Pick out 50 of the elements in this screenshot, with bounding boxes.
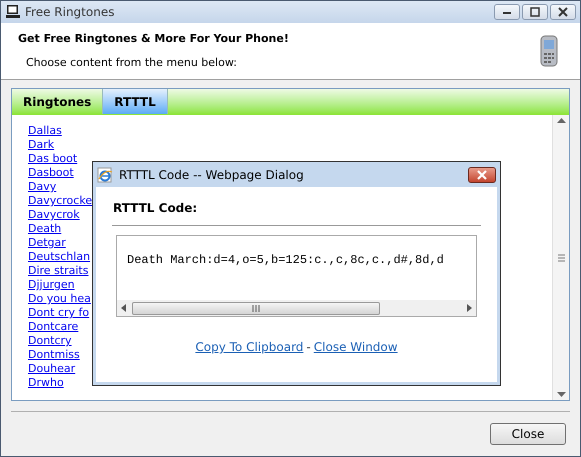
close-icon (558, 7, 568, 17)
close-button[interactable]: Close (490, 423, 566, 445)
ringtone-link[interactable]: Davycrok (28, 208, 80, 222)
mobile-phone-icon (538, 35, 560, 67)
vertical-scrollbar[interactable] (552, 115, 569, 400)
copy-link[interactable]: Copy To Clipboard (195, 338, 304, 356)
ringtone-link[interactable]: Douhear (28, 362, 76, 376)
grip-icon (252, 304, 260, 312)
computer-icon (5, 4, 21, 20)
browser-icon (97, 166, 113, 182)
maximize-icon (530, 7, 540, 17)
scroll-grip-icon[interactable] (556, 254, 566, 262)
ringtone-link[interactable]: Dark (28, 138, 54, 152)
dialog-heading: RTTTL Code: (112, 187, 481, 226)
ringtone-link[interactable]: Davycrocke (28, 194, 92, 208)
close-button[interactable] (468, 166, 496, 182)
ringtone-link[interactable]: Davy (28, 180, 56, 194)
ringtone-link[interactable]: Dasboot (28, 166, 74, 180)
horizontal-scrollbar[interactable] (117, 300, 476, 316)
ringtone-link[interactable]: Deutschlan (28, 250, 90, 264)
ringtone-link[interactable]: Detgar (28, 236, 66, 250)
ringtone-link[interactable]: Dire straits (28, 264, 88, 278)
ringtone-link[interactable]: Death (28, 222, 62, 236)
dialog-title: RTTTL Code -- Webpage Dialog (119, 166, 304, 184)
ringtone-link[interactable]: Dontcare (28, 320, 78, 334)
ringtone-link[interactable]: Djjurgen (28, 278, 75, 292)
close-icon (476, 170, 488, 180)
rtttl-code: Death March:d=4,o=5,b=125:c.,c,8c,c.,d#,8d,d (126, 252, 445, 269)
ringtone-link[interactable]: Do you hea (28, 292, 91, 306)
header-title: Get Free Ringtones & More For Your Phone! (18, 31, 289, 47)
ringtone-link[interactable]: Dontmiss (28, 348, 80, 362)
link-separator: - (306, 339, 311, 356)
scroll-down-icon[interactable] (556, 392, 566, 398)
scroll-up-icon[interactable] (556, 117, 566, 123)
scroll-thumb[interactable] (132, 302, 380, 314)
ringtone-link[interactable]: Dontcry (28, 334, 72, 348)
maximize-button[interactable] (522, 4, 548, 20)
minimize-icon (503, 12, 511, 14)
close-window-link[interactable]: Close Window (314, 338, 398, 356)
scroll-left-icon[interactable] (120, 304, 126, 312)
header-subtitle: Choose content from the menu below: (25, 54, 238, 70)
tab[interactable]: RTTTL (103, 89, 168, 114)
ringtone-link[interactable]: Drwho (28, 376, 64, 390)
window-title: Free Ringtones (25, 4, 114, 21)
minimize-button[interactable] (494, 4, 520, 20)
ringtone-link[interactable]: Dallas (28, 124, 62, 138)
ringtone-link[interactable]: Das boot (28, 152, 78, 166)
ringtone-link[interactable]: Dont cry fo (28, 306, 90, 320)
scroll-right-icon[interactable] (467, 304, 473, 312)
close-button[interactable] (550, 4, 576, 20)
